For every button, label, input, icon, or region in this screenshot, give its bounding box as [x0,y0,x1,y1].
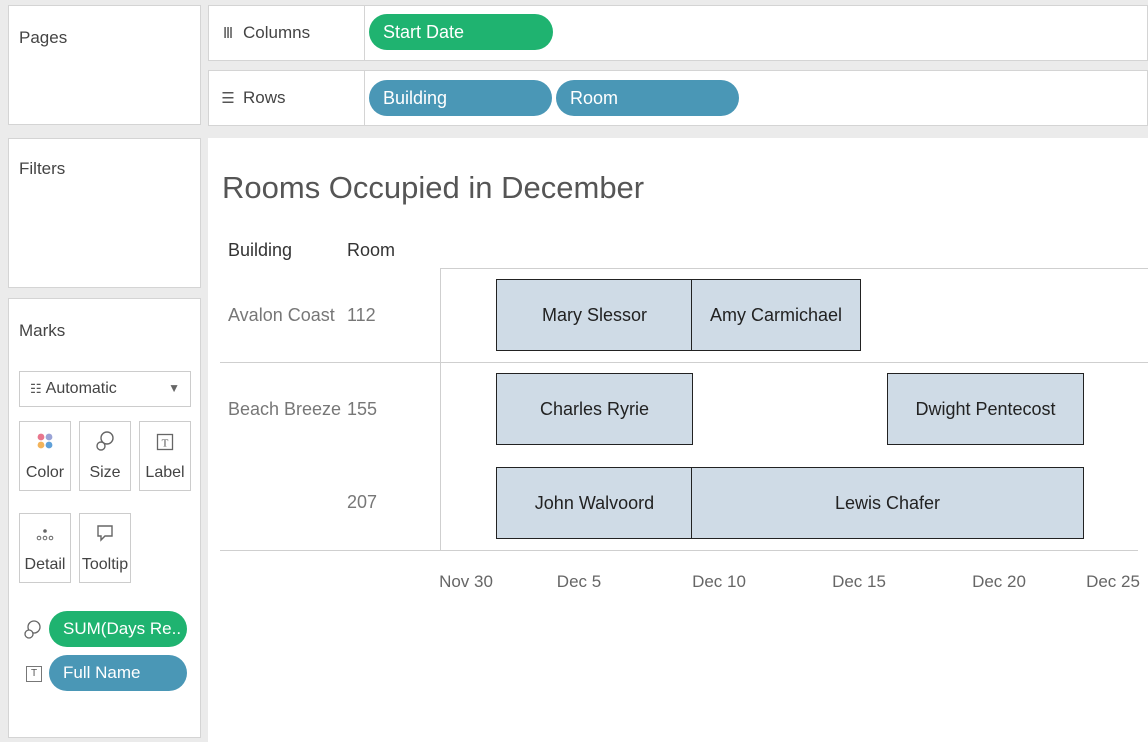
mark-type-dropdown[interactable]: ☷ Automatic ▼ [19,371,191,407]
x-tick-dec20: Dec 20 [972,572,1026,591]
tooltip-icon [80,522,130,552]
chart-bottom-line [220,550,1138,551]
bar-lewis-chafer[interactable]: Lewis Chafer [691,467,1084,539]
worksheet-view: Rooms Occupied in December Building Room… [208,138,1148,742]
room-label-112: 112 [347,305,376,325]
columns-shelf-label: Ⅲ Columns [209,6,365,60]
mark-type-value: Automatic [45,380,117,397]
label-field-pill[interactable]: Full Name [49,655,187,691]
bar-dwight-pentecost[interactable]: Dwight Pentecost [887,373,1084,445]
bar-john-walvoord[interactable]: John Walvoord [496,467,693,539]
filters-title: Filters [19,159,66,178]
x-tick-dec5: Dec 5 [556,572,602,591]
detail-icon [20,522,70,552]
label-pill-icon: T [26,666,42,682]
size-button[interactable]: Size [79,421,131,491]
color-button[interactable]: Color [19,421,71,491]
label-label: Label [145,464,185,481]
detail-button[interactable]: Detail [19,513,71,583]
x-tick-dec25: Dec 25 [1086,572,1140,591]
size-pill-icon [23,619,41,646]
building-pill[interactable]: Building [369,80,552,116]
mark-type-icon: ☷ [30,381,42,396]
rows-icon: ☰ [221,90,235,107]
columns-shelf[interactable]: Ⅲ Columns Start Date [208,5,1148,61]
chart-title: Rooms Occupied in December [222,170,645,205]
room-label-155: 155 [347,399,378,419]
color-icon [20,430,70,460]
chevron-down-icon: ▼ [168,381,180,395]
rows-label-text: Rows [243,88,286,107]
marks-title: Marks [19,321,66,340]
row-divider-1 [220,362,1148,363]
rows-shelf-label: ☰ Rows [209,71,365,125]
building-label-avalon: Avalon Coast [228,305,335,325]
building-header: Building [228,240,293,260]
building-label-beach: Beach Breeze [228,399,342,419]
size-icon [80,430,130,460]
color-label: Color [25,464,65,481]
bar-mary-slessor[interactable]: Mary Slessor [496,279,693,351]
pages-title: Pages [19,28,68,47]
svg-text:T: T [162,438,169,450]
bar-charles-ryrie[interactable]: Charles Ryrie [496,373,693,445]
rows-shelf[interactable]: ☰ Rows Building Room [208,70,1148,126]
label-icon: T [140,430,190,460]
tooltip-button[interactable]: Tooltip [79,513,131,583]
filters-card[interactable]: Filters [8,138,201,288]
bar-amy-carmichael[interactable]: Amy Carmichael [691,279,861,351]
header-divider [440,268,1148,269]
marks-card: Marks ☷ Automatic ▼ Color Size T Label D… [8,298,201,738]
pages-card: Pages [8,5,201,125]
x-tick-nov30: Nov 30 [439,572,493,591]
chart-left-axis [440,268,441,550]
size-field-pill[interactable]: SUM(Days Re.. [49,611,187,647]
detail-label: Detail [24,556,66,573]
start-date-pill[interactable]: Start Date [369,14,553,50]
x-tick-dec15: Dec 15 [832,572,886,591]
size-label: Size [89,464,121,481]
x-tick-dec10: Dec 10 [692,572,746,591]
tooltip-label: Tooltip [81,556,129,573]
room-pill[interactable]: Room [556,80,739,116]
room-header: Room [347,240,396,260]
label-button[interactable]: T Label [139,421,191,491]
columns-label-text: Columns [243,23,311,42]
room-label-207: 207 [347,492,378,512]
columns-icon: Ⅲ [222,25,234,42]
